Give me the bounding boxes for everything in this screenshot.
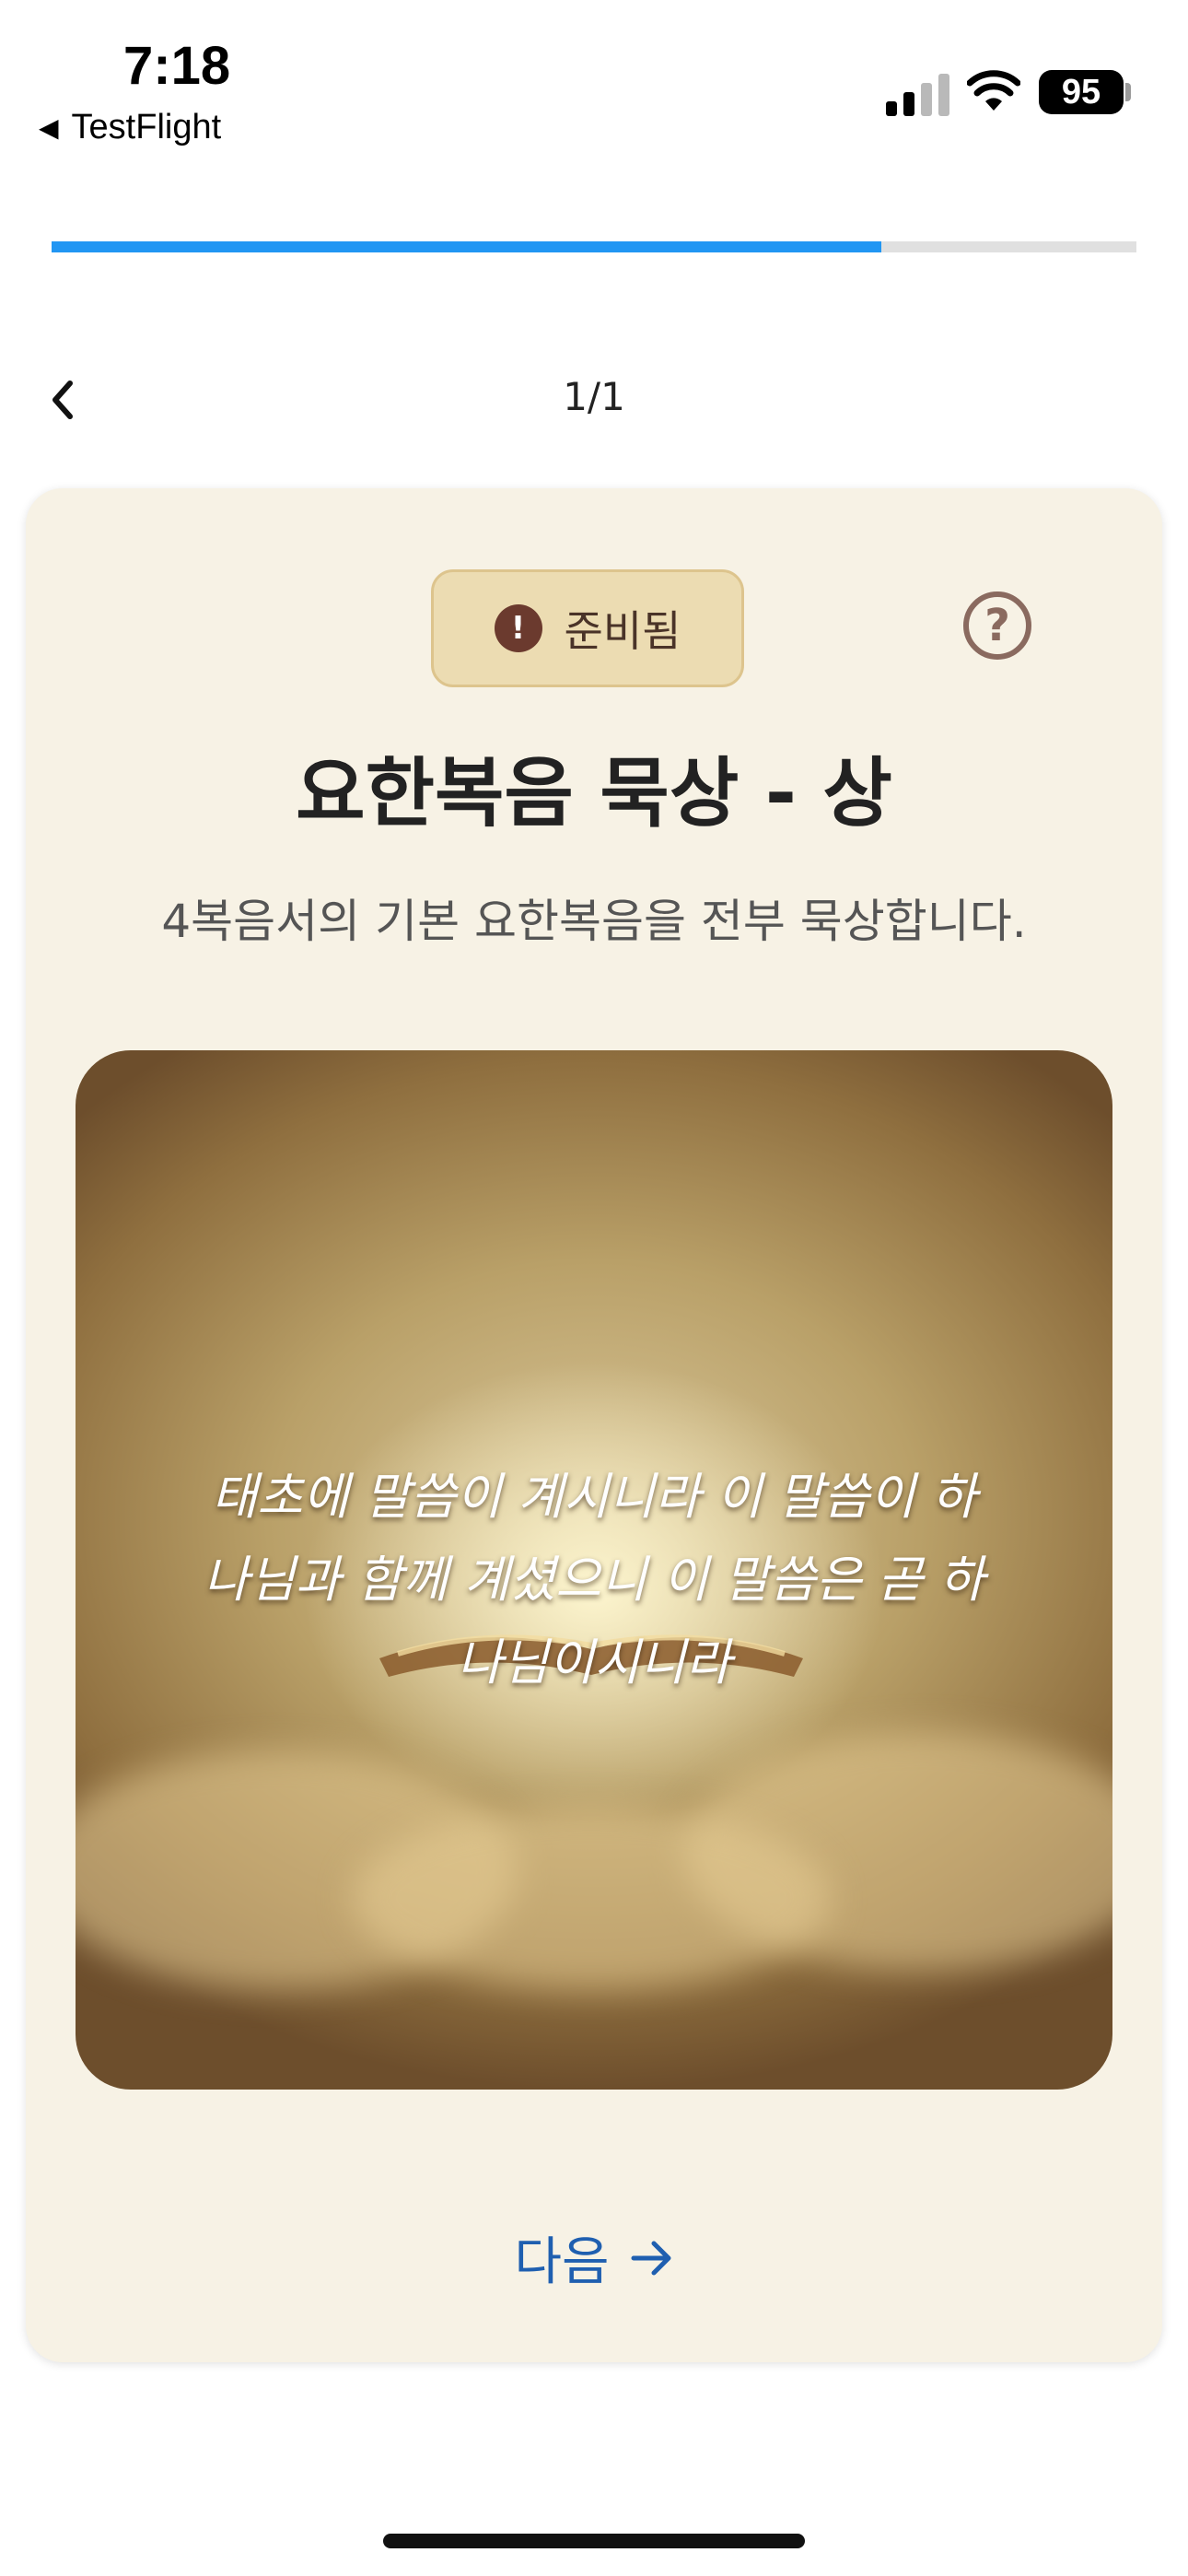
next-button-label: 다음 [514, 2232, 610, 2292]
card-title: 요한복음 묵상 - 상 [296, 750, 892, 837]
cloud-shape [352, 1806, 831, 1990]
quote-line: 나님과 함께 계셨으니 이 말씀은 곧 하 [203, 1551, 985, 1609]
status-badge: ! 준비됨 [431, 569, 744, 687]
progress-fill [52, 241, 882, 252]
cellular-signal-icon [886, 74, 949, 116]
progress-bar [52, 241, 1136, 252]
back-triangle-icon: ◀ [39, 113, 59, 142]
status-badge-label: 준비됨 [564, 606, 681, 656]
arrow-right-icon [631, 2241, 671, 2275]
back-to-app-link[interactable]: ◀ TestFlight [39, 108, 221, 147]
card-description: 4복음서의 기본 요한복음을 전부 묵상합니다. [161, 895, 1027, 948]
battery-icon: 95 [1039, 70, 1124, 114]
scripture-quote: 태초에 말씀이 계시니라 이 말씀이 하 나님과 함께 계셨으니 이 말씀은 곧… [177, 1456, 1011, 1704]
home-indicator [383, 2534, 805, 2548]
screen: 7:18 ◀ TestFlight 95 1/1 ! 준비됨 ? 요한복음 묵상… [0, 0, 1188, 2576]
quote-line: 태초에 말씀이 계시니라 이 말씀이 하 [211, 1468, 977, 1526]
alert-circle-icon: ! [494, 604, 542, 652]
help-question-icon[interactable]: ? [963, 591, 1031, 660]
page-counter: 1/1 [563, 374, 625, 419]
battery-tip [1125, 83, 1131, 101]
next-button[interactable]: 다음 [26, 2220, 1162, 2295]
back-app-label: TestFlight [71, 108, 222, 146]
status-time: 7:18 [123, 36, 231, 96]
course-card: ! 준비됨 ? 요한복음 묵상 - 상 4복음서의 기본 요한복음을 전부 묵상… [26, 488, 1162, 2362]
quote-line: 나님이시니라 [456, 1633, 732, 1692]
wifi-icon [967, 70, 1020, 111]
hero-image: 태초에 말씀이 계시니라 이 말씀이 하 나님과 함께 계셨으니 이 말씀은 곧… [76, 1050, 1112, 2090]
